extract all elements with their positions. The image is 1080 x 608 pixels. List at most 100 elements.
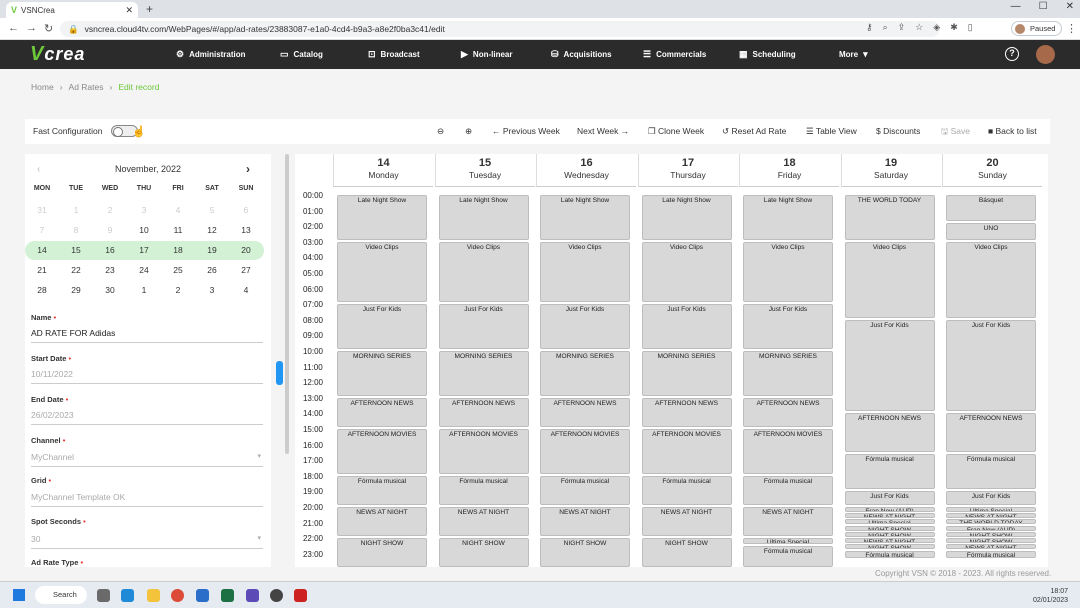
key-icon[interactable]: ⚷ xyxy=(866,22,873,33)
ad-rate-slot[interactable]: NIGHT SHOW xyxy=(438,538,529,567)
ad-rate-slot[interactable]: Ultima Special xyxy=(743,538,833,544)
end-date-field[interactable]: 26/02/2023 xyxy=(31,410,263,425)
calendar-day[interactable]: 3 xyxy=(127,205,161,215)
ad-rate-slot[interactable]: Late Night Show xyxy=(743,195,833,240)
ad-rate-slot[interactable]: AFTERNOON NEWS xyxy=(438,397,529,427)
teams-chat-icon[interactable] xyxy=(246,589,259,602)
ad-rate-slot[interactable]: AFTERNOON MOVIES xyxy=(641,429,732,474)
ad-rate-slot[interactable]: Ultima Special xyxy=(844,519,935,525)
zoom-out-icon[interactable]: ⊖ xyxy=(437,126,444,137)
taskbar-search[interactable]: Search xyxy=(35,586,87,604)
close-tab-icon[interactable]: ✕ xyxy=(125,5,133,16)
ad-rate-slot[interactable]: UNO xyxy=(946,223,1036,240)
calendar-day[interactable]: 12 xyxy=(195,225,229,235)
calendar-day[interactable]: 7 xyxy=(25,225,59,235)
calendar-day[interactable]: 5 xyxy=(195,205,229,215)
ad-rate-slot[interactable]: Básquet xyxy=(946,195,1036,222)
ad-rate-slot[interactable]: MORNING SERIES xyxy=(337,351,427,396)
calendar-day[interactable]: 30 xyxy=(93,285,127,295)
previous-week-button[interactable]: ← Previous Week xyxy=(492,126,560,136)
ad-rate-slot[interactable]: AFTERNOON NEWS xyxy=(743,397,833,427)
task-view-icon[interactable] xyxy=(97,589,110,602)
calendar-day[interactable]: 3 xyxy=(195,285,229,295)
save-button[interactable]: 🖫 Save xyxy=(941,126,970,140)
ad-rate-slot[interactable]: Just For Kids xyxy=(641,304,732,349)
calendar-day[interactable]: 26 xyxy=(195,265,229,275)
ad-rate-slot[interactable]: Fórmula musical xyxy=(844,550,935,559)
user-avatar[interactable] xyxy=(1036,45,1055,64)
recorder-icon[interactable] xyxy=(294,589,307,602)
new-tab-icon[interactable]: + xyxy=(146,2,153,16)
ad-rate-slot[interactable]: NEWS AT NIGHT xyxy=(946,513,1036,519)
ad-rate-slot[interactable]: Late Night Show xyxy=(641,195,732,240)
ad-rate-slot[interactable]: Fórmula musical xyxy=(438,475,529,505)
menu-commercials[interactable]: ☰ Commercials xyxy=(643,49,706,60)
calendar-day[interactable]: 29 xyxy=(59,285,93,295)
share-icon[interactable]: ⇪ xyxy=(898,22,906,33)
ad-rate-slot[interactable]: Fran New (AUP) xyxy=(946,525,1036,531)
ad-rate-slot[interactable]: MORNING SERIES xyxy=(743,351,833,396)
calendar-day[interactable]: 4 xyxy=(161,205,195,215)
zoom-icon[interactable]: ⌕ xyxy=(883,22,888,33)
menu-non-linear[interactable]: ▶ Non-linear xyxy=(461,49,512,60)
ad-rate-slot[interactable]: NEWS AT NIGHT xyxy=(844,513,935,519)
reset-ad-rate-button[interactable]: ↺ Reset Ad Rate xyxy=(722,126,786,137)
ad-rate-slot[interactable]: Video Clips xyxy=(946,241,1036,318)
ad-rate-slot[interactable]: AFTERNOON NEWS xyxy=(337,397,427,427)
zoom-in-icon[interactable]: ⊕ xyxy=(465,126,472,137)
ad-rate-slot[interactable]: MORNING SERIES xyxy=(641,351,732,396)
ad-rate-slot[interactable]: Just For Kids xyxy=(438,304,529,349)
ad-rate-slot[interactable]: AFTERNOON NEWS xyxy=(844,413,935,452)
ad-rate-slot[interactable]: NEWS AT NIGHT xyxy=(946,544,1036,550)
calendar-day[interactable]: 31 xyxy=(25,205,59,215)
channel-select[interactable]: MyChannel ▾ xyxy=(31,452,263,467)
calendar-day[interactable]: 1 xyxy=(59,205,93,215)
explorer-icon[interactable] xyxy=(147,589,160,602)
ad-rate-slot[interactable]: NIGHT SHOW xyxy=(946,531,1036,537)
calendar-day[interactable]: 27 xyxy=(229,265,263,275)
ad-rate-slot[interactable]: AFTERNOON NEWS xyxy=(641,397,732,427)
calendar-day[interactable]: 25 xyxy=(161,265,195,275)
calendar-day[interactable]: 10 xyxy=(127,225,161,235)
ad-rate-slot[interactable]: AFTERNOON MOVIES xyxy=(743,429,833,474)
calendar-day[interactable]: 6 xyxy=(229,205,263,215)
ad-rate-slot[interactable]: Late Night Show xyxy=(540,195,630,240)
ad-rate-slot[interactable]: Fórmula musical xyxy=(844,453,935,490)
clone-week-button[interactable]: ❐ Clone Week xyxy=(648,126,704,137)
back-to-list-button[interactable]: ■ Back to list xyxy=(988,126,1037,136)
ad-rate-slot[interactable]: Fórmula musical xyxy=(641,475,732,505)
close-window-icon[interactable]: ✕ xyxy=(1066,1,1074,12)
ad-rate-slot[interactable]: Fórmula musical xyxy=(743,546,833,567)
calendar-day[interactable]: 23 xyxy=(93,265,127,275)
sidepanel-icon[interactable]: ▯ xyxy=(968,22,973,33)
calendar-day[interactable]: 11 xyxy=(161,225,195,235)
calendar-day[interactable]: 1 xyxy=(127,285,161,295)
back-arrow-icon[interactable]: ← xyxy=(8,22,19,34)
spot-seconds-select[interactable]: 30 ▾ xyxy=(31,534,263,549)
start-date-field[interactable]: 10/11/2022 xyxy=(31,369,263,384)
calendar-day[interactable]: 19 xyxy=(195,245,229,255)
ad-rate-slot[interactable]: Late Night Show xyxy=(438,195,529,240)
puzzle-icon[interactable]: ✱ xyxy=(950,22,958,33)
ad-rate-slot[interactable]: AFTERNOON MOVIES xyxy=(337,429,427,474)
ad-rate-slot[interactable]: Fran New (AUP) xyxy=(844,507,935,512)
menu-administration[interactable]: ⚙ Administration xyxy=(176,49,246,60)
ad-rate-slot[interactable]: Ultima Special xyxy=(946,507,1036,512)
app-logo[interactable]: Vcrea xyxy=(30,43,85,66)
ad-rate-slot[interactable]: Video Clips xyxy=(743,241,833,303)
calendar-day[interactable]: 2 xyxy=(93,205,127,215)
ad-rate-slot[interactable]: Fórmula musical xyxy=(743,475,833,505)
calendar-day[interactable]: 15 xyxy=(59,245,93,255)
calendar-day[interactable]: 14 xyxy=(25,245,59,255)
ad-rate-slot[interactable]: Just For Kids xyxy=(844,319,935,412)
menu-broadcast[interactable]: ⊡ Broadcast xyxy=(368,49,420,60)
menu-catalog[interactable]: ▭ Catalog xyxy=(280,49,323,60)
ad-rate-slot[interactable]: Fórmula musical xyxy=(946,550,1036,559)
menu-acquisitions[interactable]: ⛁ Acquisitions xyxy=(551,49,612,60)
browser-tab[interactable]: V VSNCrea ✕ xyxy=(6,2,138,18)
ad-rate-slot[interactable]: NIGHT SHOW xyxy=(946,538,1036,544)
collapse-panel-handle[interactable] xyxy=(276,361,283,385)
breadcrumb-ad-rates[interactable]: Ad Rates xyxy=(69,82,104,92)
calendar-day[interactable]: 18 xyxy=(161,245,195,255)
ad-rate-slot[interactable]: AFTERNOON MOVIES xyxy=(540,429,630,474)
